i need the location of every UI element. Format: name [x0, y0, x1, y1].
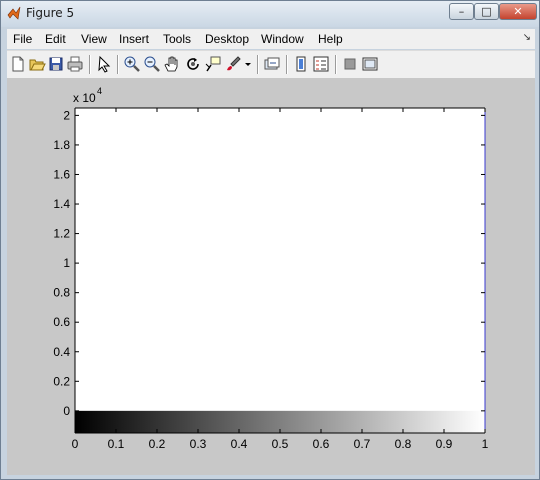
insert-colorbar-icon[interactable]: [292, 55, 310, 73]
menu-bar: File Edit View Insert Tools Desktop Wind…: [7, 29, 535, 49]
y-tick-label: 2: [63, 108, 70, 122]
insert-legend-icon[interactable]: [312, 55, 330, 73]
x-tick-label: 0.7: [354, 437, 371, 451]
axes[interactable]: 0 0.2 0.4 0.6 0.8 1 1.2 1.4 1.6 1.8 2 0 0.1 0.2 0.3 0.4…: [7, 78, 535, 475]
y-tick-label: 1: [63, 256, 70, 270]
pan-hand-icon[interactable]: [163, 55, 181, 73]
data-cursor-icon[interactable]: [204, 55, 222, 73]
y-tick-label: 1.8: [53, 138, 70, 152]
matlab-logo-icon: [7, 6, 21, 20]
menu-edit[interactable]: Edit: [45, 32, 66, 46]
link-plot-icon[interactable]: [263, 55, 281, 73]
open-file-icon[interactable]: [28, 55, 46, 73]
figure-canvas: 0 0.2 0.4 0.6 0.8 1 1.2 1.4 1.6 1.8 2 0 0.1 0.2 0.3 0.4…: [7, 78, 535, 475]
x-tick-label: 0.8: [395, 437, 412, 451]
menu-window[interactable]: Window: [261, 32, 304, 46]
print-icon[interactable]: [66, 55, 84, 73]
menu-view[interactable]: View: [81, 32, 107, 46]
y-tick-label: 1.6: [53, 167, 70, 181]
toolbar-separator: [117, 55, 119, 74]
x-tick-label: 0.3: [190, 437, 207, 451]
figure-toolbar: [7, 50, 535, 79]
x-tick-label: 0.2: [149, 437, 166, 451]
maximize-button[interactable]: □: [474, 3, 499, 20]
zoom-in-icon[interactable]: [123, 55, 141, 73]
menu-help[interactable]: Help: [318, 32, 343, 46]
show-plot-tools-icon[interactable]: [361, 55, 379, 73]
toolbar-separator: [257, 55, 259, 74]
menu-tools[interactable]: Tools: [163, 32, 191, 46]
toolbar-separator: [89, 55, 91, 74]
menu-desktop[interactable]: Desktop: [205, 32, 249, 46]
x-tick-label: 0.9: [436, 437, 453, 451]
x-tick-label: 0.5: [272, 437, 289, 451]
y-exponent-power-label: 4: [97, 86, 102, 96]
close-button[interactable]: ✕: [499, 3, 537, 20]
y-exponent-base-label: x 10: [73, 91, 96, 105]
new-figure-icon[interactable]: [9, 55, 27, 73]
minimize-button[interactable]: –: [449, 3, 474, 20]
brush-dropdown-icon[interactable]: [243, 55, 253, 73]
y-tick-label: 0: [63, 404, 70, 418]
y-tick-label: 1.2: [53, 227, 70, 241]
window-title: Figure 5: [26, 6, 75, 20]
x-tick-label: 1: [482, 437, 489, 451]
toolbar-separator: [286, 55, 288, 74]
rotate-3d-icon[interactable]: [184, 55, 202, 73]
edit-plot-arrow-icon[interactable]: [95, 55, 113, 73]
y-tick-label: 0.2: [53, 374, 70, 388]
figure-window: Figure 5 – □ ✕ File Edit View Insert Too…: [0, 0, 540, 480]
dock-arrow-icon[interactable]: ↘: [523, 32, 531, 43]
y-tick-label: 0.4: [53, 345, 70, 359]
title-bar[interactable]: Figure 5 – □ ✕: [1, 1, 539, 27]
hide-plot-tools-icon[interactable]: [341, 55, 359, 73]
axes-background: [75, 108, 485, 433]
brush-icon[interactable]: [224, 55, 242, 73]
menu-file[interactable]: File: [13, 32, 32, 46]
x-tick-label: 0.4: [231, 437, 248, 451]
x-tick-label: 0.1: [108, 437, 125, 451]
y-tick-label: 0.8: [53, 286, 70, 300]
y-tick-label: 0.6: [53, 315, 70, 329]
zoom-out-icon[interactable]: [143, 55, 161, 73]
x-tick-label: 0.6: [313, 437, 330, 451]
y-tick-label: 1.4: [53, 197, 70, 211]
x-tick-label: 0: [72, 437, 79, 451]
menu-insert[interactable]: Insert: [119, 32, 149, 46]
toolbar-separator: [335, 55, 337, 74]
save-icon[interactable]: [47, 55, 65, 73]
